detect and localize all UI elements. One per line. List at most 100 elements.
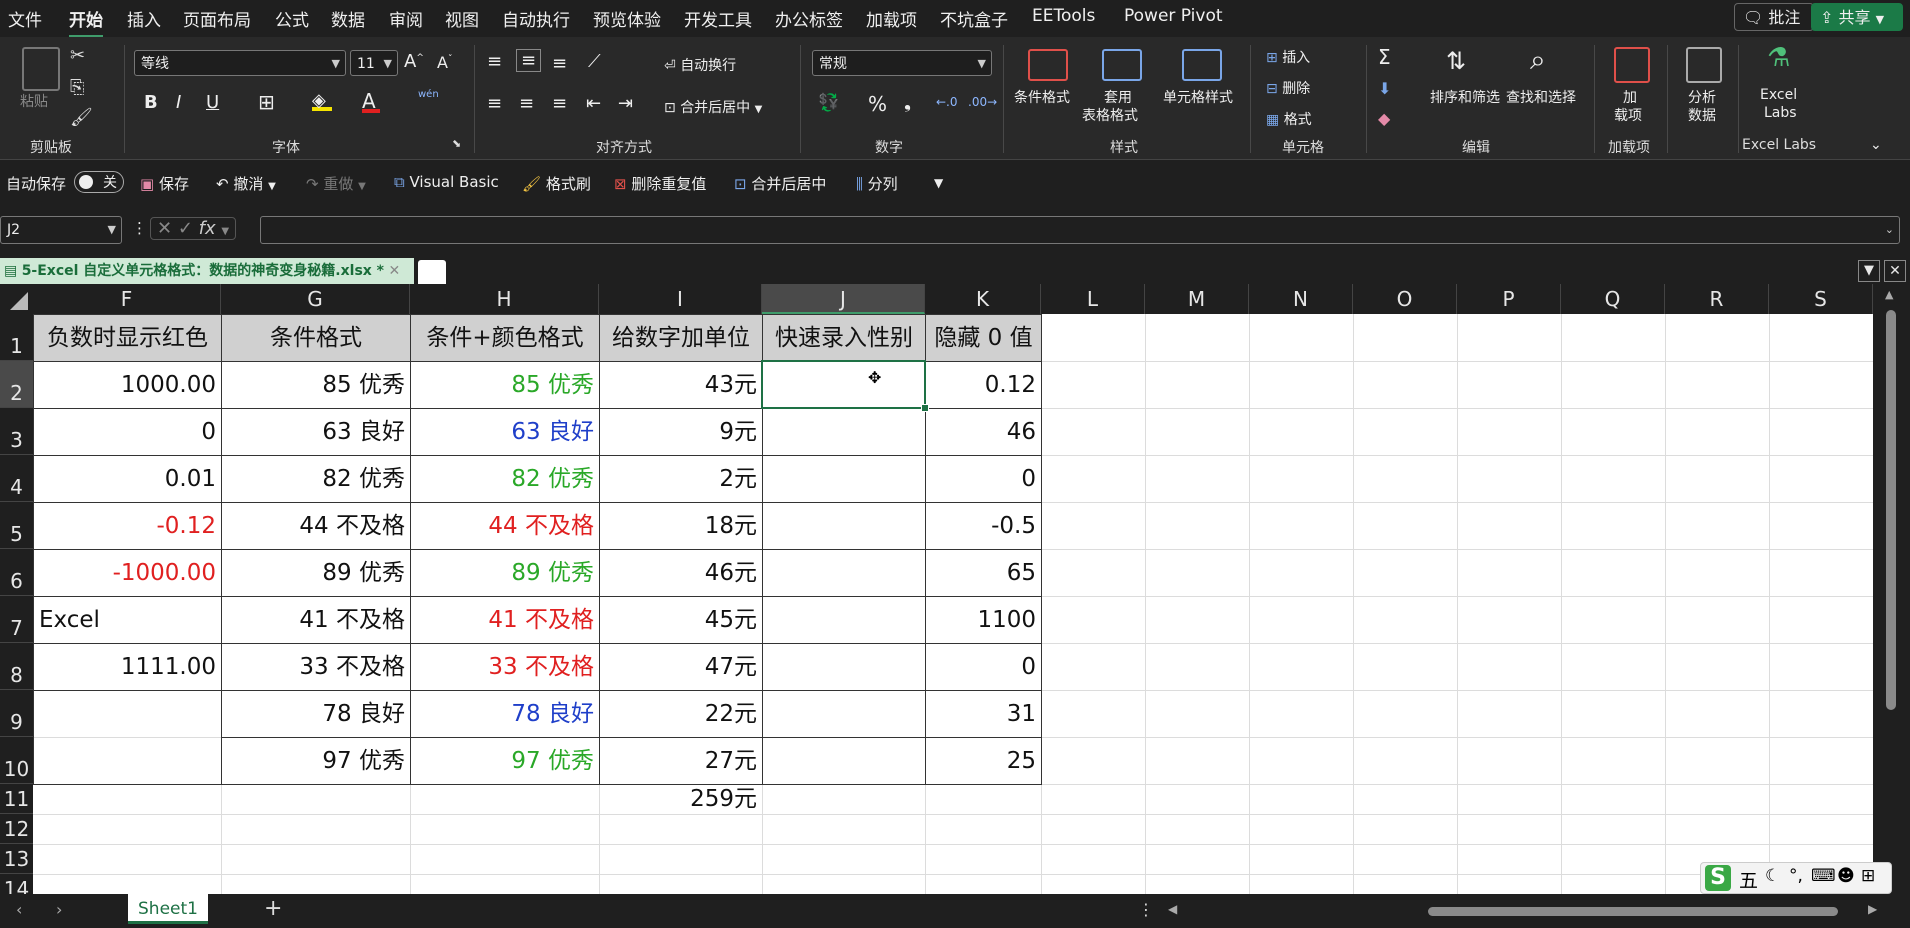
next-sheet-icon[interactable]: › [56, 900, 62, 919]
header-cell-G[interactable]: 条件格式 [221, 314, 411, 362]
column-header-R[interactable]: R [1665, 284, 1769, 314]
cell-G10[interactable]: 97 优秀 [221, 737, 411, 785]
analyze-label2[interactable]: 数据 [1688, 105, 1716, 125]
format-as-table-icon[interactable] [1102, 49, 1142, 81]
customize-qat-icon[interactable]: ▼ [934, 176, 943, 190]
format-cells-button[interactable]: ▦ 格式 [1266, 109, 1312, 129]
row-header-8[interactable]: 8 [0, 643, 33, 690]
excel-labs-icon[interactable]: ⚗ [1767, 43, 1790, 73]
format-as-table-label2[interactable]: 表格格式 [1082, 105, 1138, 125]
menu-formulas[interactable]: 公式 [275, 6, 309, 31]
align-top-icon[interactable]: ≡ [487, 51, 502, 72]
merge-center-qat-button[interactable]: ⊡ 合并后居中 [734, 173, 826, 194]
cell-G9[interactable]: 78 良好 [221, 690, 411, 738]
text-to-columns-button[interactable]: ⫼ 分列 [856, 173, 898, 194]
cell-G2[interactable]: 85 优秀 [221, 361, 411, 409]
cell-I2[interactable]: 43元 [599, 361, 763, 409]
cell-styles-icon[interactable] [1182, 49, 1222, 81]
percent-button[interactable]: % [868, 92, 887, 116]
cell-K9[interactable]: 31 [925, 690, 1042, 738]
delete-cells-button[interactable]: ⊟ 删除 [1266, 78, 1310, 98]
header-cell-K[interactable]: 隐藏 0 值 [925, 314, 1042, 362]
row-header-10[interactable]: 10 [0, 737, 33, 784]
column-header-S[interactable]: S [1769, 284, 1873, 314]
insert-cells-button[interactable]: ⊞ 插入 [1266, 47, 1310, 67]
align-center-icon[interactable]: ≡ [519, 93, 534, 114]
find-select-button[interactable]: 查找和选择 [1506, 87, 1576, 107]
align-right-icon[interactable]: ≡ [552, 93, 567, 114]
align-middle-icon[interactable]: ≡ [516, 49, 542, 72]
menu-addins[interactable]: 加载项 [866, 6, 917, 31]
number-format-select[interactable]: 常规 ▼ [812, 50, 992, 76]
cell-styles-button[interactable]: 单元格样式 [1163, 87, 1233, 107]
comma-icon[interactable]: ❟ [904, 92, 911, 113]
formula-input[interactable]: ⌄ [260, 216, 1900, 244]
cell-J3[interactable] [762, 408, 926, 456]
name-box[interactable]: J2 ▼ [0, 216, 122, 244]
paste-icon[interactable] [22, 47, 60, 91]
more-icon[interactable]: ⋮ [132, 219, 147, 237]
menu-home[interactable]: 开始 [69, 6, 103, 38]
menu-insert[interactable]: 插入 [127, 6, 161, 31]
remove-duplicates-button[interactable]: ⊠ 删除重复值 [614, 173, 706, 194]
cell-F10[interactable] [33, 737, 222, 785]
cell-F4[interactable]: 0.01 [33, 455, 222, 503]
cell-J8[interactable] [762, 643, 926, 691]
cell-G8[interactable]: 33 不及格 [221, 643, 411, 691]
close-window-icon[interactable]: ✕ [1884, 260, 1906, 282]
scroll-right-icon[interactable]: ▶ [1868, 902, 1877, 916]
cell-G5[interactable]: 44 不及格 [221, 502, 411, 550]
cell-K6[interactable]: 65 [925, 549, 1042, 597]
sort-filter-button[interactable]: 排序和筛选 [1430, 87, 1500, 107]
redo-button[interactable]: ↷ 重做 ▼ [306, 173, 366, 194]
find-select-icon[interactable]: ⌕ [1530, 43, 1546, 77]
cell-G7[interactable]: 41 不及格 [221, 596, 411, 644]
menu-data[interactable]: 数据 [331, 6, 365, 31]
increase-decimal-icon[interactable]: ←.0 [936, 95, 958, 109]
column-header-I[interactable]: I [599, 284, 762, 314]
labs-label2[interactable]: Labs [1764, 105, 1797, 121]
cell-I10[interactable]: 27元 [599, 737, 763, 785]
cut-icon[interactable]: ✂ [70, 45, 85, 66]
worksheet-grid[interactable]: F G H I J K L M N O P Q R S ▲ 1 2 3 4 5 … [0, 284, 1910, 894]
fill-icon[interactable]: ⬇ [1378, 79, 1391, 98]
grid-menu-icon[interactable]: ⊞ [1861, 866, 1875, 886]
cell-I4[interactable]: 2元 [599, 455, 763, 503]
column-header-M[interactable]: M [1145, 284, 1249, 314]
ime-mode[interactable]: 五 [1739, 866, 1758, 893]
active-cell-J2[interactable] [761, 360, 929, 412]
visual-basic-button[interactable]: ⧉ Visual Basic [394, 173, 499, 191]
row-header-4[interactable]: 4 [0, 455, 33, 502]
prev-sheet-icon[interactable]: ‹ [16, 900, 22, 919]
copy-icon[interactable]: ⎘ [70, 77, 84, 98]
underline-button[interactable]: U [206, 92, 219, 113]
row-header-13[interactable]: 13 [0, 844, 33, 874]
format-painter-button[interactable]: 🖌 格式刷 [522, 173, 591, 194]
phonetic-icon[interactable]: wén [418, 89, 439, 100]
menu-automate[interactable]: 自动执行 [502, 6, 570, 31]
cell-G4[interactable]: 82 优秀 [221, 455, 411, 503]
menu-bukeng[interactable]: 不坑盒子 [940, 6, 1008, 31]
column-header-J[interactable]: J [762, 284, 925, 314]
cell-F8[interactable]: 1111.00 [33, 643, 222, 691]
cell-J6[interactable] [762, 549, 926, 597]
cell-K5[interactable]: -0.5 [925, 502, 1042, 550]
cell-I6[interactable]: 46元 [599, 549, 763, 597]
cell-I8[interactable]: 47元 [599, 643, 763, 691]
increase-indent-icon[interactable]: ⇥ [618, 93, 633, 114]
add-sheet-button[interactable]: + [264, 896, 282, 921]
cell-K2[interactable]: 0.12 [925, 361, 1042, 409]
format-painter-icon[interactable]: 🖌 [70, 107, 93, 128]
cell-I7[interactable]: 45元 [599, 596, 763, 644]
cell-H7[interactable]: 41 不及格 [410, 596, 600, 644]
cell-I3[interactable]: 9元 [599, 408, 763, 456]
fill-handle[interactable] [921, 404, 929, 412]
autosave-toggle[interactable]: 关 [74, 171, 124, 193]
autosum-button[interactable]: Σ [1378, 45, 1391, 69]
cell-H4[interactable]: 82 优秀 [410, 455, 600, 503]
wrap-text-button[interactable]: ⏎ 自动换行 [664, 55, 736, 75]
close-tab-icon[interactable]: ✕ [388, 263, 400, 279]
addins-label2[interactable]: 载项 [1614, 105, 1642, 125]
column-header-L[interactable]: L [1041, 284, 1145, 314]
menu-view[interactable]: 视图 [445, 6, 479, 31]
